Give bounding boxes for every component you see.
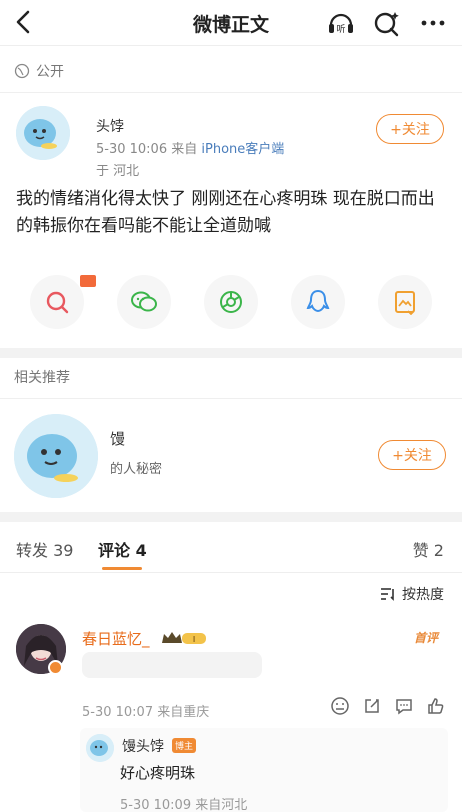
post-location: 于 河北	[96, 164, 140, 179]
avatar[interactable]	[86, 734, 114, 762]
more-icon[interactable]	[418, 8, 448, 38]
sort-button[interactable]: 按热度	[380, 584, 444, 604]
tab-comment[interactable]: 评论 4	[98, 537, 147, 561]
listen-icon[interactable]: 听	[326, 8, 356, 38]
author-tag: 博主	[172, 738, 197, 753]
first-comment-tag: 首评	[413, 631, 438, 645]
post-body: 我的情绪消化得太快了 刚刚还在心疼明珠 现在脱口而出的韩振你在看吗能不能让全道勋…	[16, 189, 435, 236]
avatar[interactable]	[14, 414, 98, 498]
reply-author-name[interactable]: 馒头饽	[122, 736, 164, 756]
qq-icon[interactable]	[291, 275, 345, 329]
comment-emoji-row	[82, 652, 262, 678]
reply-meta: 5-30 10:09 来自河北	[120, 798, 248, 812]
save-image-icon[interactable]	[378, 275, 432, 329]
divider	[0, 92, 462, 93]
author-name[interactable]: 头饽	[96, 116, 124, 136]
reply-item: 馒头饽 博主 好心疼明珠 5-30 10:09 来自河北	[80, 728, 448, 812]
share-row	[30, 275, 432, 331]
active-tab-indicator	[102, 567, 142, 570]
divider	[0, 398, 462, 399]
sort-label: 按热度	[402, 587, 444, 603]
divider	[0, 348, 462, 358]
recommend-user-name[interactable]: 馒	[110, 428, 125, 449]
tab-bar: 转发 39 评论 4 赞 2	[0, 523, 462, 573]
divider	[0, 512, 462, 522]
search-share-icon[interactable]	[30, 275, 84, 329]
like-icon[interactable]	[426, 696, 446, 716]
post-from: 来自	[171, 142, 198, 157]
recommend-user-desc: 的人秘密	[110, 462, 163, 477]
share-icon[interactable]	[362, 696, 382, 716]
listen-label: 听	[336, 24, 345, 35]
recommend-section-label: 相关推荐	[14, 370, 70, 386]
recommend-follow-button[interactable]: +关注	[378, 440, 446, 470]
commenter-name[interactable]: 春日蓝忆_ I	[82, 628, 208, 650]
follow-button[interactable]: +关注	[376, 114, 444, 144]
comment-meta: 5-30 10:07 来自重庆	[82, 705, 210, 720]
comment-actions	[330, 696, 446, 716]
reply-text: 好心疼明珠	[120, 764, 196, 782]
wechat-icon[interactable]	[117, 275, 171, 329]
crown-badge: I	[160, 630, 208, 650]
notification-badge	[80, 275, 96, 287]
reply-icon[interactable]	[394, 696, 414, 716]
post-meta: 5-30 10:06 来自 iPhone客户端	[96, 138, 284, 157]
top-bar: 微博正文 听	[0, 0, 462, 46]
dislike-icon[interactable]	[330, 696, 350, 716]
level-badge-text: I	[193, 635, 195, 644]
avatar[interactable]	[16, 106, 70, 160]
comment-item: 春日蓝忆_ I 首评 5-30 10:07 来自重庆 馒头饽 博主 好心疼明珠 …	[14, 624, 448, 812]
tab-repost[interactable]: 转发 39	[16, 537, 73, 561]
verified-badge	[48, 660, 63, 675]
globe-icon	[14, 63, 30, 79]
sort-icon	[381, 588, 394, 601]
tab-like[interactable]: 赞 2	[413, 537, 444, 561]
visibility-label: 公开	[36, 64, 64, 80]
visibility-indicator: 公开	[14, 58, 64, 84]
moments-icon[interactable]	[204, 275, 258, 329]
commenter-name-text: 春日蓝忆_	[82, 630, 150, 648]
post-client[interactable]: iPhone客户端	[201, 142, 284, 157]
search-icon[interactable]	[372, 8, 402, 38]
post-time: 5-30 10:06	[96, 142, 168, 157]
